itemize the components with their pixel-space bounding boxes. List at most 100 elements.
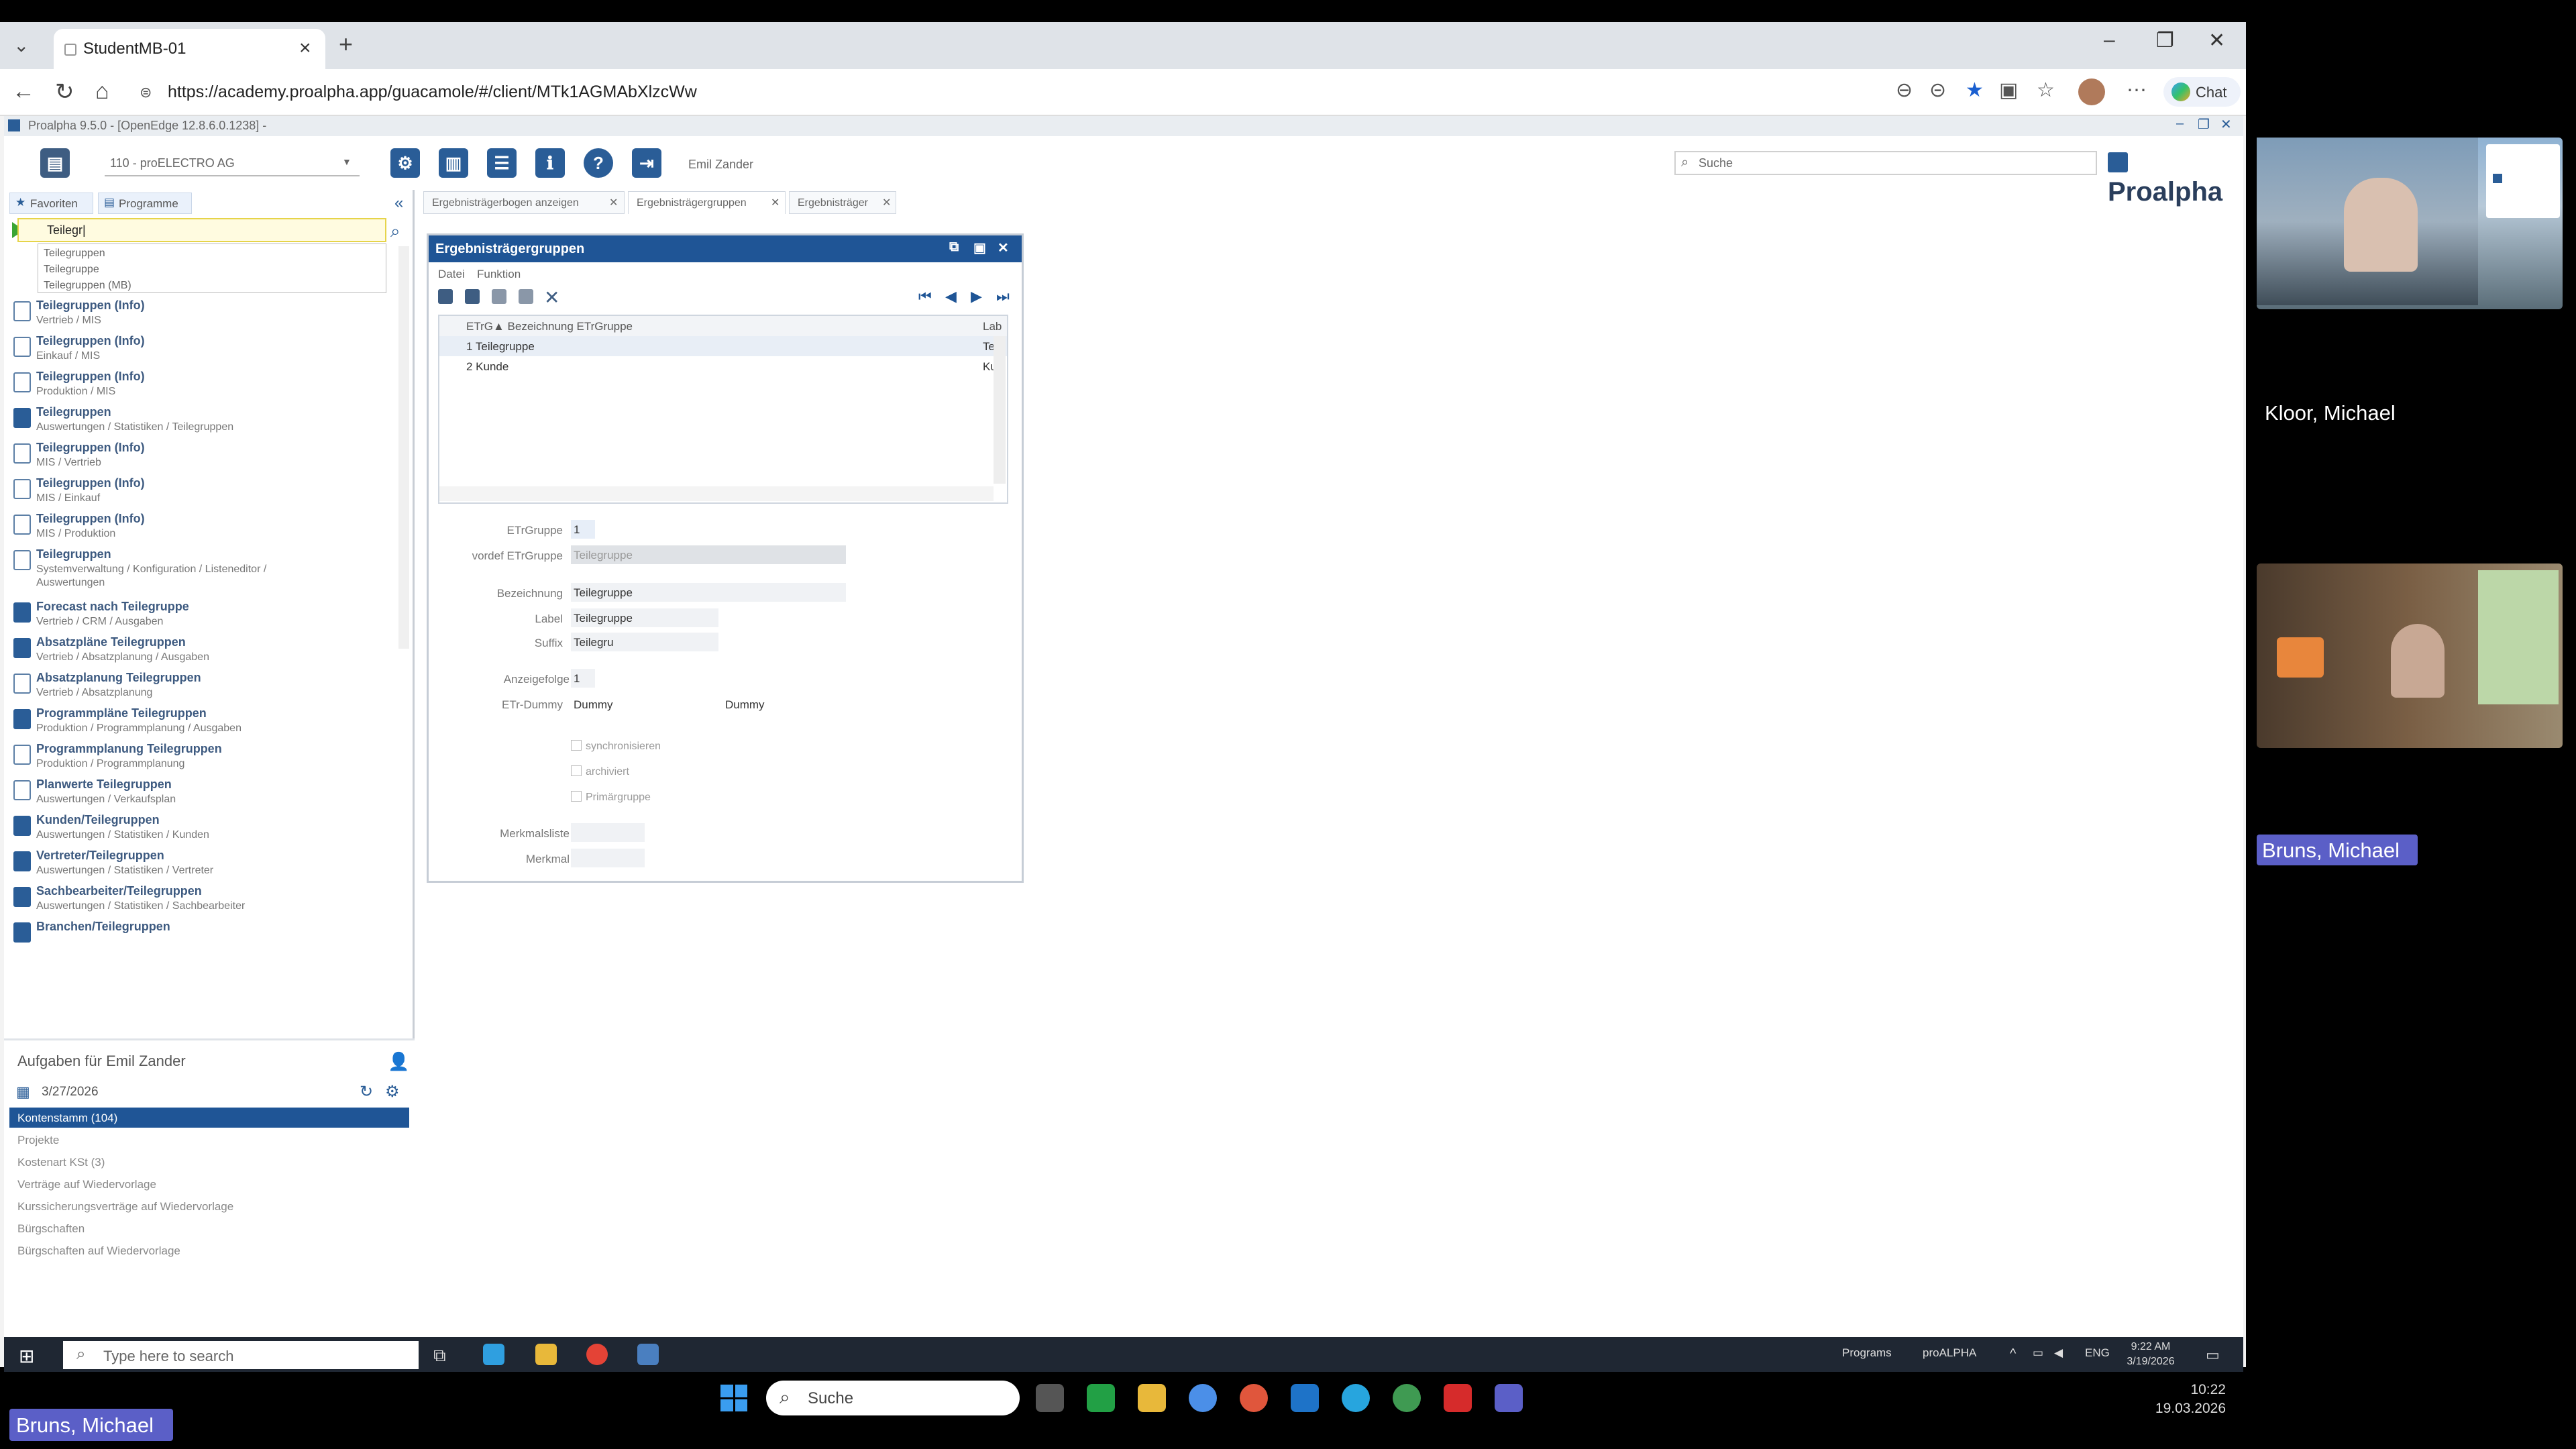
search-result-item[interactable]: Teilegruppen (Info) MIS / Einkauf xyxy=(9,475,392,510)
task-item[interactable]: Verträge auf Wiedervorlage xyxy=(9,1174,409,1194)
url-text[interactable]: https://academy.proalpha.app/guacamole/#… xyxy=(168,83,697,102)
settings-icon[interactable]: ⚙ xyxy=(385,1082,400,1102)
save-icon[interactable] xyxy=(492,289,506,304)
tray-programs[interactable]: Programs xyxy=(1842,1346,1892,1360)
edge-icon[interactable] xyxy=(1342,1384,1370,1412)
grid-row[interactable]: 1 Teilegruppe Teil xyxy=(439,336,1007,356)
tray-proalpha[interactable]: proALPHA xyxy=(1923,1346,1976,1360)
doctab-gruppen[interactable]: Ergebnisträgergruppen ✕ xyxy=(628,191,786,214)
task-item[interactable]: Kurssicherungsverträge auf Wiedervorlage xyxy=(9,1196,409,1216)
explorer-icon[interactable] xyxy=(1138,1384,1166,1412)
proalpha-task-icon[interactable] xyxy=(637,1344,659,1365)
collapse-panel-icon[interactable]: « xyxy=(394,194,403,213)
list-icon[interactable]: ☰ xyxy=(487,148,517,178)
task-view-icon[interactable]: ⧉ xyxy=(433,1345,446,1366)
volume-icon[interactable]: ◀ xyxy=(2054,1346,2063,1360)
menu-datei[interactable]: Datei xyxy=(438,268,465,281)
close-icon[interactable]: ✕ xyxy=(771,196,780,209)
browser-tab[interactable]: StudentMB-01 × xyxy=(54,29,325,69)
autocomplete-item[interactable]: Teilegruppe xyxy=(44,262,386,278)
search-result-item[interactable]: Vertreter/Teilegruppen Auswertungen / Sta… xyxy=(9,847,392,882)
archiviert-checkbox[interactable]: archiviert xyxy=(571,765,629,778)
windows-start-icon[interactable] xyxy=(720,1385,747,1411)
split-screen-icon[interactable]: ▣ xyxy=(1999,78,2018,102)
search-result-item[interactable]: Programmpläne Teilegruppen Produktion / P… xyxy=(9,705,392,740)
grid-header-col2[interactable]: Lab xyxy=(983,320,1002,333)
company-select[interactable]: 110 - proELECTRO AG ▼ xyxy=(105,151,360,176)
minimize-icon[interactable]: – xyxy=(2104,29,2115,52)
task-item[interactable]: Bürgschaften auf Wiedervorlage xyxy=(9,1240,409,1260)
merkmalsliste-field[interactable] xyxy=(571,823,645,842)
outlook-icon[interactable] xyxy=(1291,1384,1319,1412)
grid-row[interactable]: 2 Kunde Kur xyxy=(439,356,1007,376)
cancel-icon[interactable]: ✕ xyxy=(544,286,559,309)
menu-funktion[interactable]: Funktion xyxy=(477,268,521,281)
search-result-item[interactable]: Planwerte Teilegruppen Auswertungen / Ver… xyxy=(9,776,392,811)
app2-icon[interactable] xyxy=(1393,1384,1421,1412)
global-search-input[interactable]: ⌕ Suche xyxy=(1674,151,2097,175)
chrome-icon[interactable] xyxy=(586,1344,608,1365)
new-tab-icon[interactable]: + xyxy=(339,30,353,58)
back-icon[interactable]: ← xyxy=(12,78,35,105)
open-icon[interactable] xyxy=(465,289,480,304)
close-icon[interactable]: ✕ xyxy=(609,196,618,209)
prev-record-icon[interactable]: ◀ xyxy=(945,288,957,305)
new-record-icon[interactable] xyxy=(438,289,453,304)
calendar-icon[interactable]: ▦ xyxy=(16,1083,30,1101)
gear-icon[interactable]: ⚙ xyxy=(390,148,420,178)
next-record-icon[interactable]: ▶ xyxy=(971,288,982,305)
task-view-icon[interactable] xyxy=(1036,1384,1064,1412)
help-icon[interactable]: ? xyxy=(584,148,613,178)
close-tab-icon[interactable]: × xyxy=(299,37,311,60)
search-result-item[interactable]: Kunden/Teilegruppen Auswertungen / Statis… xyxy=(9,812,392,847)
edge-icon[interactable] xyxy=(483,1344,504,1365)
explorer-icon[interactable] xyxy=(535,1344,557,1365)
notification-icon[interactable]: ▭ xyxy=(2206,1346,2220,1364)
favorite-star-icon[interactable]: ★ xyxy=(1966,78,1984,102)
last-record-icon[interactable]: ⏭ xyxy=(996,288,1010,305)
favorites-icon[interactable]: ☆ xyxy=(2037,78,2055,102)
merkmal-field[interactable] xyxy=(571,849,645,867)
autocomplete-item[interactable]: Teilegruppen xyxy=(44,246,386,262)
first-record-icon[interactable]: ⏮ xyxy=(918,288,932,305)
delete-icon[interactable] xyxy=(519,289,533,304)
search-result-item[interactable]: Branchen/Teilegruppen xyxy=(9,918,392,953)
search-result-item[interactable]: Programmplanung Teilegruppen Produktion /… xyxy=(9,741,392,775)
profile-avatar[interactable] xyxy=(2078,78,2105,105)
reader-icon[interactable]: ⊝ xyxy=(1929,78,1946,102)
reload-icon[interactable]: ↻ xyxy=(55,78,74,105)
suffix-field[interactable]: Teilegru xyxy=(571,633,718,651)
tab-programme[interactable]: ▤ Programme xyxy=(98,193,192,214)
results-scrollbar[interactable] xyxy=(398,246,409,649)
close-icon[interactable]: ✕ xyxy=(998,239,1009,256)
search-result-item[interactable]: Absatzplanung Teilegruppen Vertrieb / Abs… xyxy=(9,669,392,704)
search-result-item[interactable]: Teilegruppen (Info) MIS / Vertrieb xyxy=(9,439,392,474)
refresh-icon[interactable]: ↻ xyxy=(360,1082,373,1102)
search-result-item[interactable]: Sachbearbeiter/Teilegruppen Auswertungen … xyxy=(9,883,392,918)
grid-header-col1[interactable]: ETrG▲ Bezeichnung ETrGruppe xyxy=(466,320,633,333)
tray-language[interactable]: ENG xyxy=(2085,1346,2110,1360)
windows-start-icon[interactable]: ⊞ xyxy=(19,1345,34,1367)
app-icon[interactable] xyxy=(1189,1384,1217,1412)
doctab-anzeigen[interactable]: Ergebnisträgerbogen anzeigen ✕ xyxy=(423,191,625,214)
primaergruppe-checkbox[interactable]: Primärgruppe xyxy=(571,791,651,804)
maximize-icon[interactable]: ❐ xyxy=(2156,29,2174,52)
detach-icon[interactable]: ⧉ xyxy=(949,239,959,255)
tab-favoriten[interactable]: ★ Favoriten xyxy=(9,193,93,214)
search-result-item[interactable]: Teilegruppen (Info) Produktion / MIS xyxy=(9,368,392,403)
search-icon[interactable]: ⌕ xyxy=(390,221,400,242)
anzeigefolge-field[interactable]: 1 xyxy=(571,669,595,688)
zoom-icon[interactable]: ⊖ xyxy=(1896,78,1913,102)
tab-list-icon[interactable]: ⌄ xyxy=(13,34,29,56)
host-search-input[interactable]: ⌕ Suche xyxy=(766,1381,1020,1415)
app-restore-icon[interactable]: ❐ xyxy=(2198,116,2210,133)
user-icon[interactable]: 👤 xyxy=(388,1051,409,1072)
doctab-traeger[interactable]: Ergebnisträger ✕ xyxy=(789,191,896,214)
app-minimize-icon[interactable]: – xyxy=(2176,116,2184,131)
task-item[interactable]: Bürgschaften xyxy=(9,1218,409,1238)
autocomplete-item[interactable]: Teilegruppen (MB) xyxy=(44,278,386,294)
task-item[interactable]: Projekte xyxy=(9,1130,409,1150)
grid-hscroll[interactable] xyxy=(439,486,994,501)
firefox-icon[interactable] xyxy=(1240,1384,1268,1412)
synchronisieren-checkbox[interactable]: synchronisieren xyxy=(571,740,661,753)
